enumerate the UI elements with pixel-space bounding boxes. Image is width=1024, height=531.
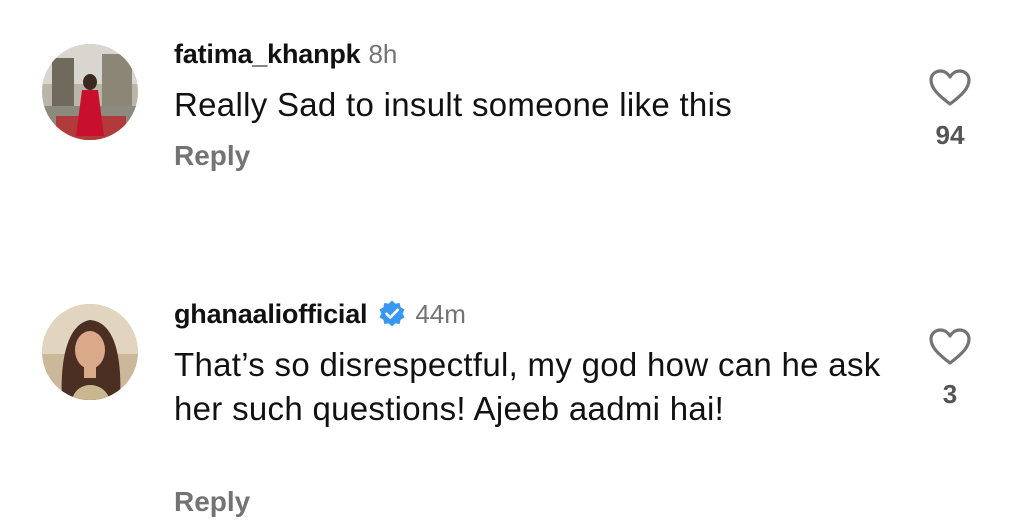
comment-header: ghanaaliofficial 44m <box>174 297 466 331</box>
comment-text: Really Sad to insult someone like this <box>174 86 733 123</box>
heart-outline-icon[interactable] <box>928 68 972 108</box>
like-group: 3 <box>922 327 978 410</box>
verified-badge-icon <box>379 300 405 327</box>
timestamp: 44m <box>415 298 466 329</box>
comment-item: fatima_khanpk 8h Really Sad to insult so… <box>0 0 1024 200</box>
like-count: 3 <box>942 379 958 409</box>
avatar[interactable] <box>42 304 138 400</box>
comment-text: That’s so disrespectful, my god how can … <box>174 346 881 427</box>
comment-header: fatima_khanpk 8h <box>174 37 397 71</box>
timestamp: 8h <box>368 38 398 69</box>
username[interactable]: ghanaaliofficial <box>174 299 368 330</box>
reply-button[interactable]: Reply <box>174 486 250 518</box>
heart-outline-icon[interactable] <box>928 327 972 367</box>
like-group: 94 <box>922 68 978 151</box>
comment-item: ghanaaliofficial 44m That’s so disrespec… <box>0 260 1024 531</box>
avatar[interactable] <box>42 44 138 140</box>
reply-button[interactable]: Reply <box>174 140 250 172</box>
username[interactable]: fatima_khanpk <box>174 39 361 70</box>
like-count: 94 <box>935 120 965 150</box>
